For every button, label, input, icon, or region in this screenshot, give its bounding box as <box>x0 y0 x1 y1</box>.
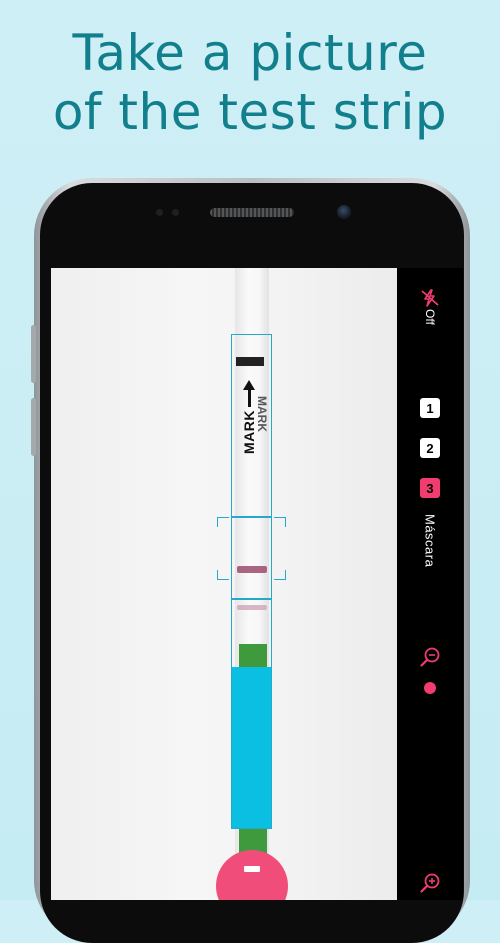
camera-screen: MARK MARK Off 1 2 3 Máscara <box>51 268 463 900</box>
phone-speaker <box>210 208 294 217</box>
mode-label-wrap[interactable]: Máscara <box>397 514 463 567</box>
alignment-frame-middle <box>231 517 272 599</box>
phone-front-camera <box>337 205 351 219</box>
headline-line-2: of the test strip <box>52 83 448 141</box>
step-3-badge: 3 <box>420 478 440 498</box>
phone-side-button <box>31 325 36 383</box>
flash-off-icon <box>421 289 439 307</box>
zoom-out-button[interactable] <box>397 646 463 668</box>
step-1-button[interactable]: 1 <box>397 398 463 418</box>
bracket-bottom-right <box>274 570 286 580</box>
alignment-frame-bottom <box>231 599 272 829</box>
phone-side-button <box>31 398 36 456</box>
bracket-top-left <box>217 517 229 527</box>
flash-label: Off <box>423 309 437 325</box>
promo-headline: Take a picture of the test strip <box>0 24 500 142</box>
step-2-badge: 2 <box>420 438 440 458</box>
zoom-level-indicator[interactable] <box>397 682 463 694</box>
headline-line-1: Take a picture <box>72 24 428 82</box>
mode-label: Máscara <box>422 514 438 568</box>
phone-sensor <box>172 209 179 216</box>
phone-sensor <box>156 209 163 216</box>
bracket-top-right <box>274 517 286 527</box>
zoom-in-icon <box>420 873 440 893</box>
alignment-frame-top <box>231 334 272 517</box>
camera-control-panel: Off 1 2 3 Máscara <box>397 268 463 900</box>
bracket-bottom-left <box>217 570 229 580</box>
step-1-badge: 1 <box>420 398 440 418</box>
zoom-dot <box>424 682 436 694</box>
flash-toggle[interactable]: Off <box>397 282 463 332</box>
zoom-in-button[interactable] <box>397 872 463 894</box>
camera-viewfinder[interactable] <box>51 268 397 900</box>
shutter-icon <box>244 866 260 872</box>
zoom-out-icon <box>420 647 440 667</box>
step-2-button[interactable]: 2 <box>397 438 463 458</box>
step-3-button[interactable]: 3 <box>397 478 463 498</box>
